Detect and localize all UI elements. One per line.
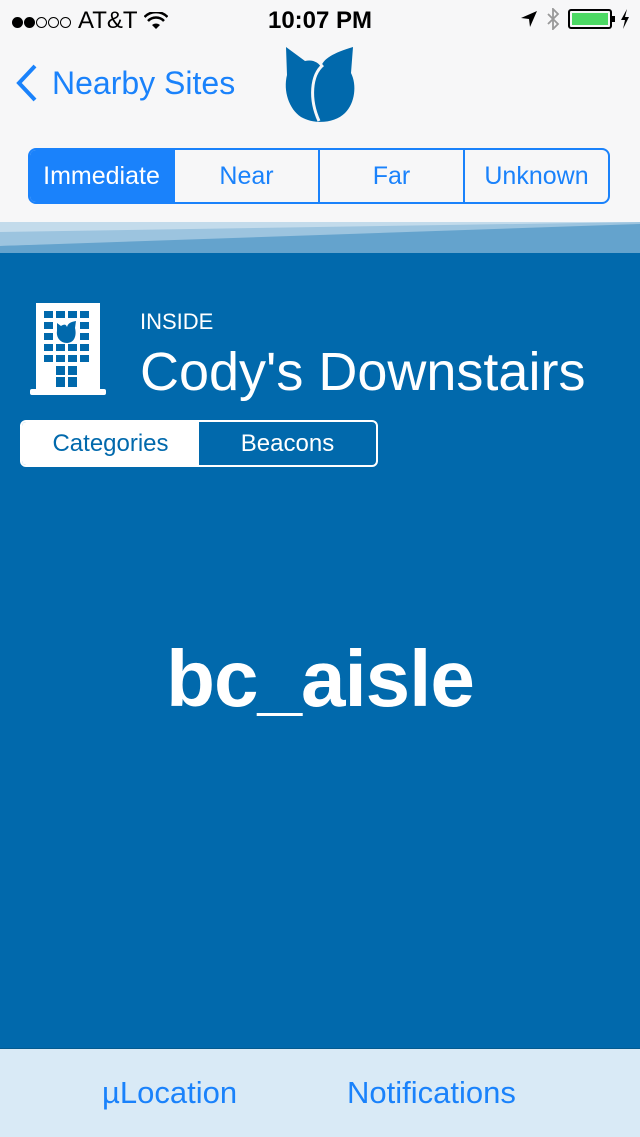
proximity-segmented-control: Immediate Near Far Unknown bbox=[28, 148, 610, 204]
beacon-name: bc_aisle bbox=[166, 634, 475, 723]
chevron-left-icon bbox=[16, 64, 37, 102]
view-segmented-control: Categories Beacons bbox=[20, 420, 378, 467]
segment-immediate[interactable]: Immediate bbox=[30, 150, 173, 202]
status-bar: AT&T 10:07 PM bbox=[0, 0, 640, 40]
battery-icon bbox=[568, 9, 615, 29]
tulip-logo-icon bbox=[285, 47, 355, 122]
tab-notifications[interactable]: Notifications bbox=[347, 1075, 516, 1111]
segment-unknown[interactable]: Unknown bbox=[463, 150, 608, 202]
bluetooth-icon bbox=[547, 8, 560, 30]
charging-bolt-icon bbox=[621, 9, 629, 29]
building-icon bbox=[30, 303, 106, 395]
navigation-bar: Nearby Sites bbox=[0, 40, 640, 130]
decorative-banner bbox=[0, 222, 640, 254]
segment-categories[interactable]: Categories bbox=[22, 422, 199, 465]
segment-far[interactable]: Far bbox=[318, 150, 463, 202]
tab-bar: µLocation Notifications bbox=[0, 1048, 640, 1137]
site-detail-panel: INSIDE Cody's Downstairs Categories Beac… bbox=[0, 253, 640, 1048]
segment-beacons[interactable]: Beacons bbox=[199, 422, 376, 465]
site-status-label: INSIDE bbox=[140, 309, 214, 334]
back-label: Nearby Sites bbox=[52, 64, 236, 101]
segment-near[interactable]: Near bbox=[173, 150, 318, 202]
location-arrow-icon bbox=[521, 11, 537, 27]
site-name: Cody's Downstairs bbox=[140, 342, 586, 402]
back-button[interactable]: Nearby Sites bbox=[16, 64, 235, 102]
tab-ulocation[interactable]: µLocation bbox=[102, 1075, 237, 1111]
